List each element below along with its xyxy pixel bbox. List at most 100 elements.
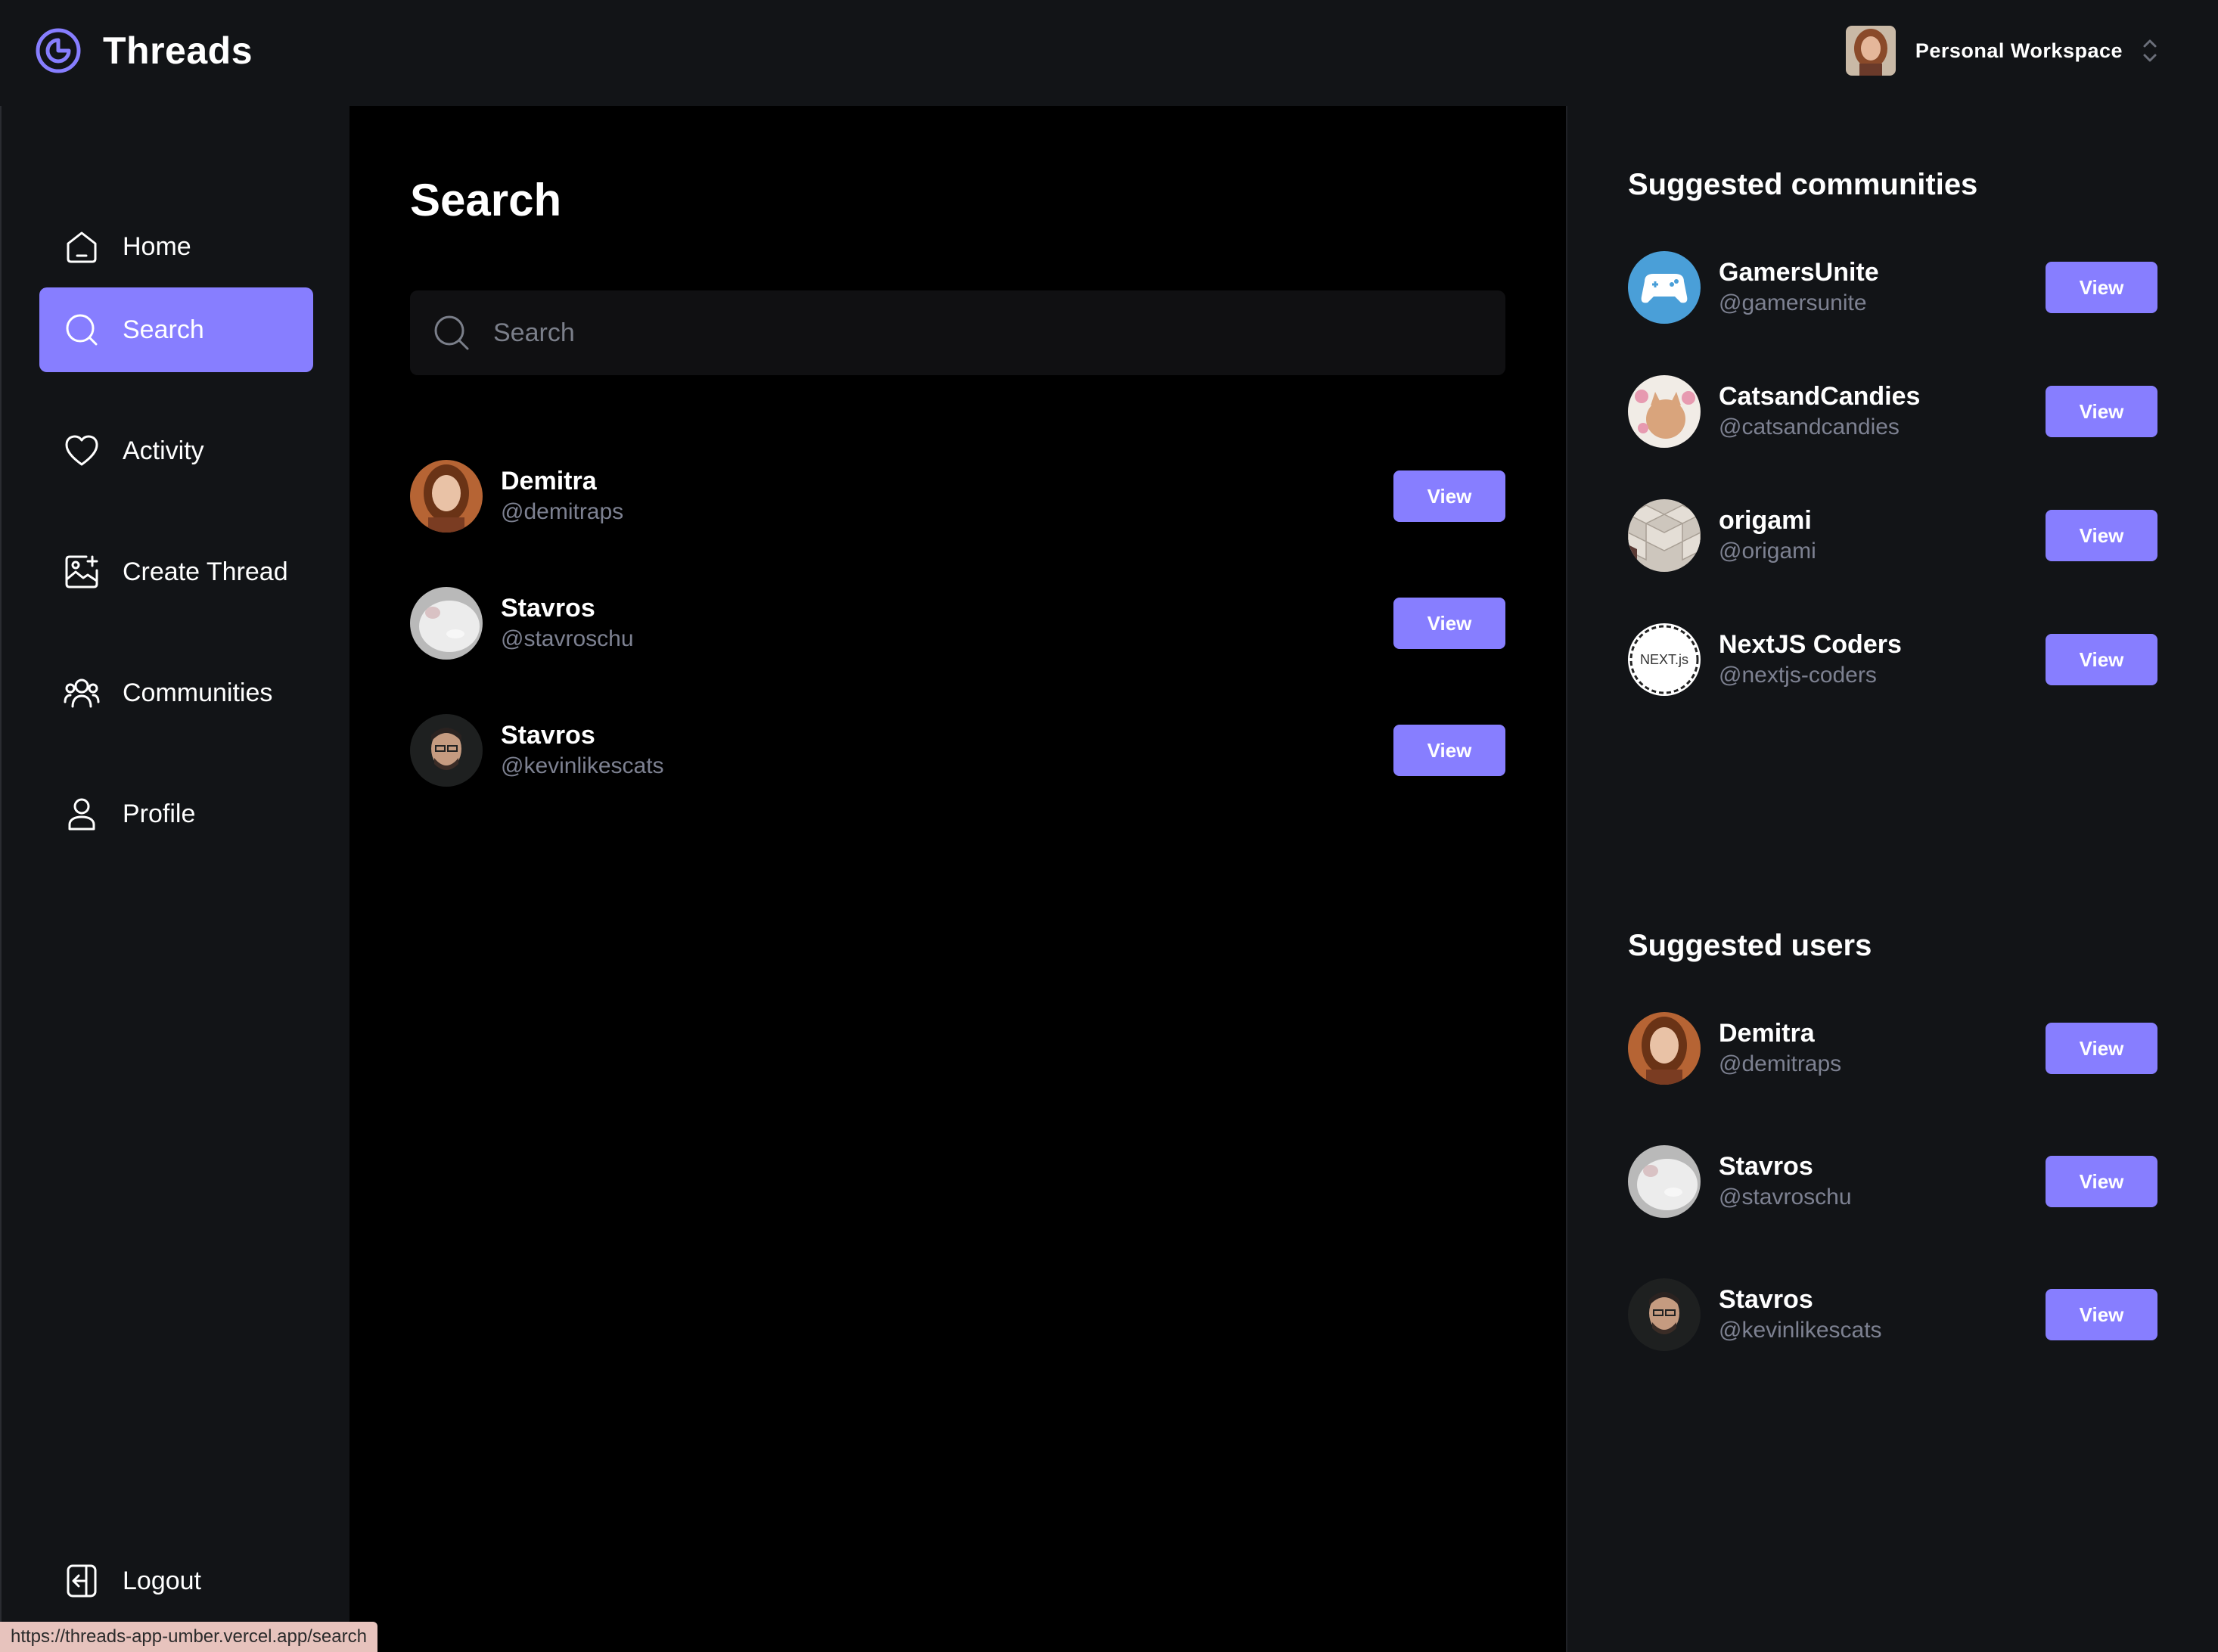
suggested-user-row: Stavros @kevinlikescats View — [1628, 1277, 2157, 1352]
view-community-button[interactable]: View — [2046, 262, 2157, 313]
chevron-up-down-icon — [2143, 39, 2157, 62]
user-info: Stavros @stavroschu — [1719, 1150, 1852, 1213]
suggested-communities-title: Suggested communities — [1628, 168, 1978, 201]
community-name: NextJS Coders — [1719, 630, 1902, 659]
view-user-button[interactable]: View — [1393, 725, 1505, 776]
user-info: Demitra @demitraps — [1719, 1017, 1841, 1079]
nav-label-profile: Profile — [123, 799, 196, 828]
nav-label-activity: Activity — [123, 436, 204, 465]
community-row: NEXT.js NextJS Coders @nextjs-coders Vie… — [1628, 622, 2157, 697]
community-row: CatsandCandies @catsandcandies View — [1628, 374, 2157, 449]
search-icon — [66, 314, 98, 346]
suggested-user-row: Demitra @demitraps View — [1628, 1011, 2157, 1086]
community-row: GamersUnite @gamersunite View — [1628, 250, 2157, 325]
user-avatar — [410, 587, 483, 660]
nav-item-home[interactable]: Home — [39, 204, 313, 289]
view-user-button[interactable]: View — [2046, 1023, 2157, 1074]
user-avatar — [1628, 1012, 1701, 1085]
community-name: GamersUnite — [1719, 258, 1879, 287]
search-result-row: Stavros @stavroschu View — [410, 585, 1505, 661]
community-info: CatsandCandies @catsandcandies — [1719, 380, 1920, 442]
community-avatar — [1628, 251, 1701, 324]
view-user-button[interactable]: View — [1393, 470, 1505, 522]
main-content: Search Demitra @demitraps View — [349, 106, 1566, 1652]
user-avatar — [1628, 1278, 1701, 1351]
user-handle: @kevinlikescats — [1719, 1318, 1882, 1343]
left-sidebar: Home Search Activity Create Thread Commu… — [0, 106, 349, 1652]
page-title: Search — [410, 175, 562, 225]
user-name: Stavros — [1719, 1152, 1813, 1181]
logout-label: Logout — [123, 1566, 201, 1595]
status-bar-url: https://threads-app-umber.vercel.app/sea… — [0, 1622, 377, 1652]
user-name: Stavros — [501, 594, 595, 623]
logout-icon — [67, 1564, 97, 1598]
nav-item-search[interactable]: Search — [39, 287, 313, 372]
search-result-row: Stavros @kevinlikescats View — [410, 713, 1505, 788]
user-avatar — [1628, 1145, 1701, 1218]
nav-label-communities: Communities — [123, 678, 273, 707]
nav-item-create-thread[interactable]: Create Thread — [39, 529, 313, 614]
user-icon — [68, 798, 95, 831]
view-user-button[interactable]: View — [1393, 598, 1505, 649]
user-handle: @kevinlikescats — [501, 753, 664, 778]
community-avatar — [1628, 499, 1701, 572]
community-name: origami — [1719, 506, 1812, 535]
community-handle: @nextjs-coders — [1719, 663, 1877, 688]
user-name: Stavros — [501, 721, 595, 750]
user-avatar — [410, 460, 483, 533]
user-info: Stavros @kevinlikescats — [501, 719, 664, 781]
nav-label-create-thread: Create Thread — [123, 557, 288, 586]
community-handle: @catsandcandies — [1719, 415, 1900, 439]
community-avatar: NEXT.js — [1628, 623, 1701, 696]
right-sidebar: Suggested communities GamersUnite @gamer… — [1566, 106, 2218, 1652]
community-info: origami @origami — [1719, 505, 1816, 567]
nextjs-logo-text: NEXT.js — [1640, 652, 1688, 667]
workspace-switcher[interactable]: Personal Workspace — [1845, 26, 2159, 76]
nav-label-search: Search — [123, 315, 204, 344]
user-name: Demitra — [1719, 1019, 1815, 1048]
view-community-button[interactable]: View — [2046, 634, 2157, 685]
threads-logo-icon — [36, 28, 81, 73]
community-handle: @origami — [1719, 539, 1816, 564]
community-row: origami @origami View — [1628, 498, 2157, 573]
nav-item-profile[interactable]: Profile — [39, 772, 313, 856]
community-handle: @gamersunite — [1719, 290, 1867, 315]
top-bar: Threads Personal Workspace — [0, 0, 2218, 106]
search-icon — [434, 315, 469, 350]
search-result-row: Demitra @demitraps View — [410, 458, 1505, 534]
brand[interactable]: Threads — [35, 27, 253, 74]
suggested-user-row: Stavros @stavroschu View — [1628, 1144, 2157, 1219]
community-info: GamersUnite @gamersunite — [1719, 256, 1879, 318]
app-title: Threads — [103, 30, 253, 72]
view-user-button[interactable]: View — [2046, 1156, 2157, 1207]
user-name: Demitra — [501, 467, 597, 495]
user-handle: @demitraps — [501, 499, 624, 524]
view-community-button[interactable]: View — [2046, 386, 2157, 437]
workspace-label: Personal Workspace — [1915, 39, 2123, 62]
user-info: Demitra @demitraps — [501, 465, 623, 527]
nav-item-communities[interactable]: Communities — [39, 651, 313, 735]
community-info: NextJS Coders @nextjs-coders — [1719, 629, 1902, 691]
users-icon — [64, 678, 100, 708]
user-handle: @stavroschu — [1719, 1185, 1852, 1210]
search-bar[interactable] — [410, 290, 1505, 375]
user-handle: @demitraps — [1719, 1051, 1842, 1076]
nav-item-activity[interactable]: Activity — [39, 408, 313, 493]
community-name: CatsandCandies — [1719, 382, 1921, 411]
user-info: Stavros @stavroschu — [501, 592, 634, 654]
image-plus-icon — [65, 555, 98, 588]
user-avatar — [410, 714, 483, 787]
community-avatar — [1628, 375, 1701, 448]
user-handle: @stavroschu — [501, 626, 634, 651]
nav-label-home: Home — [123, 231, 191, 261]
search-input[interactable] — [493, 318, 1477, 348]
logout-button[interactable]: Logout — [39, 1539, 313, 1623]
suggested-users-title: Suggested users — [1628, 929, 1872, 962]
heart-icon — [65, 435, 98, 466]
view-community-button[interactable]: View — [2046, 510, 2157, 561]
view-user-button[interactable]: View — [2046, 1289, 2157, 1340]
workspace-avatar — [1845, 26, 1896, 76]
home-icon — [67, 231, 97, 263]
user-name: Stavros — [1719, 1285, 1813, 1314]
user-info: Stavros @kevinlikescats — [1719, 1284, 1882, 1346]
